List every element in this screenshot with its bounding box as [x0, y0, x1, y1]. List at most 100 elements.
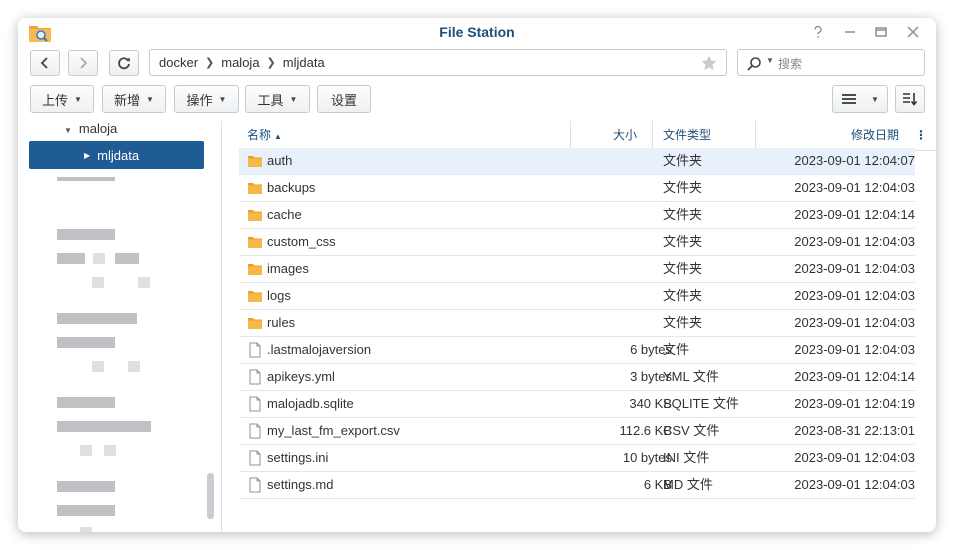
- file-row[interactable]: backups 文件夹 2023-09-01 12:04:03: [239, 175, 915, 202]
- file-row[interactable]: settings.ini 10 bytes INI 文件 2023-09-01 12:…: [239, 445, 915, 472]
- folder-icon: [247, 234, 263, 250]
- file-name: cache: [267, 207, 302, 222]
- file-name: malojadb.sqlite: [267, 396, 354, 411]
- file-type: 文件夹: [663, 153, 703, 168]
- new-button[interactable]: 新增 ▼: [102, 85, 166, 113]
- upload-button[interactable]: 上传 ▼: [30, 85, 94, 113]
- folder-icon: [247, 261, 263, 277]
- settings-button[interactable]: 设置: [317, 85, 371, 113]
- caret-down-icon[interactable]: ▼: [871, 95, 879, 104]
- file-name: images: [267, 261, 309, 276]
- folder-tree: ▼ maloja ▶ mljdata: [18, 121, 221, 532]
- help-icon[interactable]: [810, 24, 826, 40]
- tools-button[interactable]: 工具 ▼: [245, 85, 310, 113]
- breadcrumb-docker[interactable]: docker: [159, 55, 198, 70]
- file-row[interactable]: cache 文件夹 2023-09-01 12:04:14: [239, 202, 915, 229]
- column-header-modified[interactable]: 修改日期: [756, 121, 899, 150]
- collapsed-triangle-icon[interactable]: ▶: [84, 151, 90, 160]
- file-icon: [247, 342, 263, 358]
- file-modified: 2023-09-01 12:04:03: [794, 234, 915, 249]
- file-icon: [247, 369, 263, 385]
- breadcrumb-separator-icon: ❯: [266, 57, 276, 69]
- caret-down-icon: ▼: [74, 94, 82, 104]
- tree-item-mljdata[interactable]: ▶ mljdata: [29, 141, 204, 169]
- file-modified: 2023-09-01 12:04:14: [794, 207, 915, 222]
- sidebar-scrollbar[interactable]: [207, 473, 214, 519]
- title-bar: File Station: [18, 18, 936, 46]
- file-type: 文件夹: [663, 288, 703, 303]
- tree-item-maloja[interactable]: ▼ maloja: [64, 121, 117, 136]
- file-name: logs: [267, 288, 291, 303]
- search-icon[interactable]: [746, 56, 762, 72]
- action-button[interactable]: 操作 ▼: [174, 85, 239, 113]
- file-row[interactable]: settings.md 6 KB MD 文件 2023-09-01 12:04:03: [239, 472, 915, 499]
- file-icon: [247, 423, 263, 439]
- file-row[interactable]: rules 文件夹 2023-09-01 12:04:03: [239, 310, 915, 337]
- favorite-star-icon[interactable]: [700, 54, 718, 72]
- tree-item-label: maloja: [78, 121, 118, 136]
- breadcrumb-maloja[interactable]: maloja: [221, 55, 259, 70]
- search-input[interactable]: [776, 53, 920, 74]
- file-name: settings.md: [267, 477, 334, 492]
- file-name: backups: [267, 180, 316, 195]
- settings-label: 设置: [330, 92, 357, 108]
- folder-icon: [247, 207, 263, 223]
- expanded-triangle-icon[interactable]: ▼: [64, 126, 72, 135]
- file-row[interactable]: auth 文件夹 2023-09-01 12:04:07: [239, 148, 915, 175]
- sidebar-divider[interactable]: [221, 121, 222, 532]
- close-icon[interactable]: [905, 24, 921, 40]
- file-type: 文件: [663, 342, 690, 357]
- file-modified: 2023-09-01 12:04:14: [794, 369, 915, 384]
- search-box[interactable]: ▼: [737, 49, 925, 76]
- file-modified: 2023-09-01 12:04:03: [794, 288, 915, 303]
- file-name: .lastmalojaversion: [267, 342, 372, 357]
- list-view-icon: [842, 94, 856, 104]
- file-row[interactable]: my_last_fm_export.csv 112.6 KB CSV 文件 2023-…: [239, 418, 915, 445]
- file-name: my_last_fm_export.csv: [267, 423, 400, 438]
- forward-button[interactable]: [68, 50, 98, 76]
- file-type: 文件夹: [663, 315, 703, 330]
- column-header-type[interactable]: 文件类型: [663, 121, 711, 150]
- file-type: SQLITE 文件: [663, 396, 739, 411]
- file-type: 文件夹: [663, 234, 703, 249]
- file-type: 文件夹: [663, 207, 703, 222]
- file-row[interactable]: .lastmalojaversion 6 bytes 文件 2023-09-01 12…: [239, 337, 915, 364]
- file-name: apikeys.yml: [267, 369, 335, 384]
- column-options-icon[interactable]: ⋮: [915, 121, 927, 150]
- file-row[interactable]: custom_css 文件夹 2023-09-01 12:04:03: [239, 229, 915, 256]
- column-name-label: 名称: [247, 128, 272, 142]
- breadcrumb-mljdata[interactable]: mljdata: [283, 55, 325, 70]
- column-header-name[interactable]: 名称 ▲: [247, 121, 282, 150]
- caret-down-icon: ▼: [146, 94, 154, 104]
- file-row[interactable]: apikeys.yml 3 bytes YML 文件 2023-09-01 12:04…: [239, 364, 915, 391]
- file-row[interactable]: images 文件夹 2023-09-01 12:04:03: [239, 256, 915, 283]
- caret-down-icon: ▼: [289, 94, 298, 104]
- sort-button[interactable]: [895, 85, 925, 113]
- file-name: custom_css: [267, 234, 336, 249]
- column-resizer[interactable]: [652, 121, 653, 150]
- search-options-caret-icon[interactable]: ▼: [766, 56, 774, 65]
- file-row[interactable]: logs 文件夹 2023-09-01 12:04:03: [239, 283, 915, 310]
- chevron-left-icon: [40, 57, 48, 69]
- view-mode-button[interactable]: ▼: [832, 85, 888, 113]
- column-header-size[interactable]: 大小: [571, 121, 637, 150]
- refresh-button[interactable]: [109, 50, 139, 76]
- minimize-icon[interactable]: [842, 24, 858, 40]
- file-icon: [247, 396, 263, 412]
- file-name: rules: [267, 315, 296, 330]
- new-label: 新增: [114, 92, 141, 108]
- folder-icon: [247, 288, 263, 304]
- back-button[interactable]: [30, 50, 60, 76]
- file-row[interactable]: malojadb.sqlite 340 KB SQLITE 文件 2023-09-01…: [239, 391, 915, 418]
- file-modified: 2023-09-01 12:04:19: [794, 396, 915, 411]
- tree-item-label: mljdata: [97, 147, 140, 163]
- file-type: CSV 文件: [663, 423, 720, 438]
- sort-icon: [903, 93, 918, 106]
- path-bar[interactable]: docker ❯ maloja ❯ mljdata: [149, 49, 727, 76]
- file-modified: 2023-09-01 12:04:03: [794, 315, 915, 330]
- file-type: 文件夹: [663, 180, 703, 195]
- window-title: File Station: [439, 24, 515, 40]
- tools-label: 工具: [257, 92, 284, 108]
- file-modified: 2023-08-31 22:13:01: [794, 423, 915, 438]
- maximize-icon[interactable]: [873, 24, 889, 40]
